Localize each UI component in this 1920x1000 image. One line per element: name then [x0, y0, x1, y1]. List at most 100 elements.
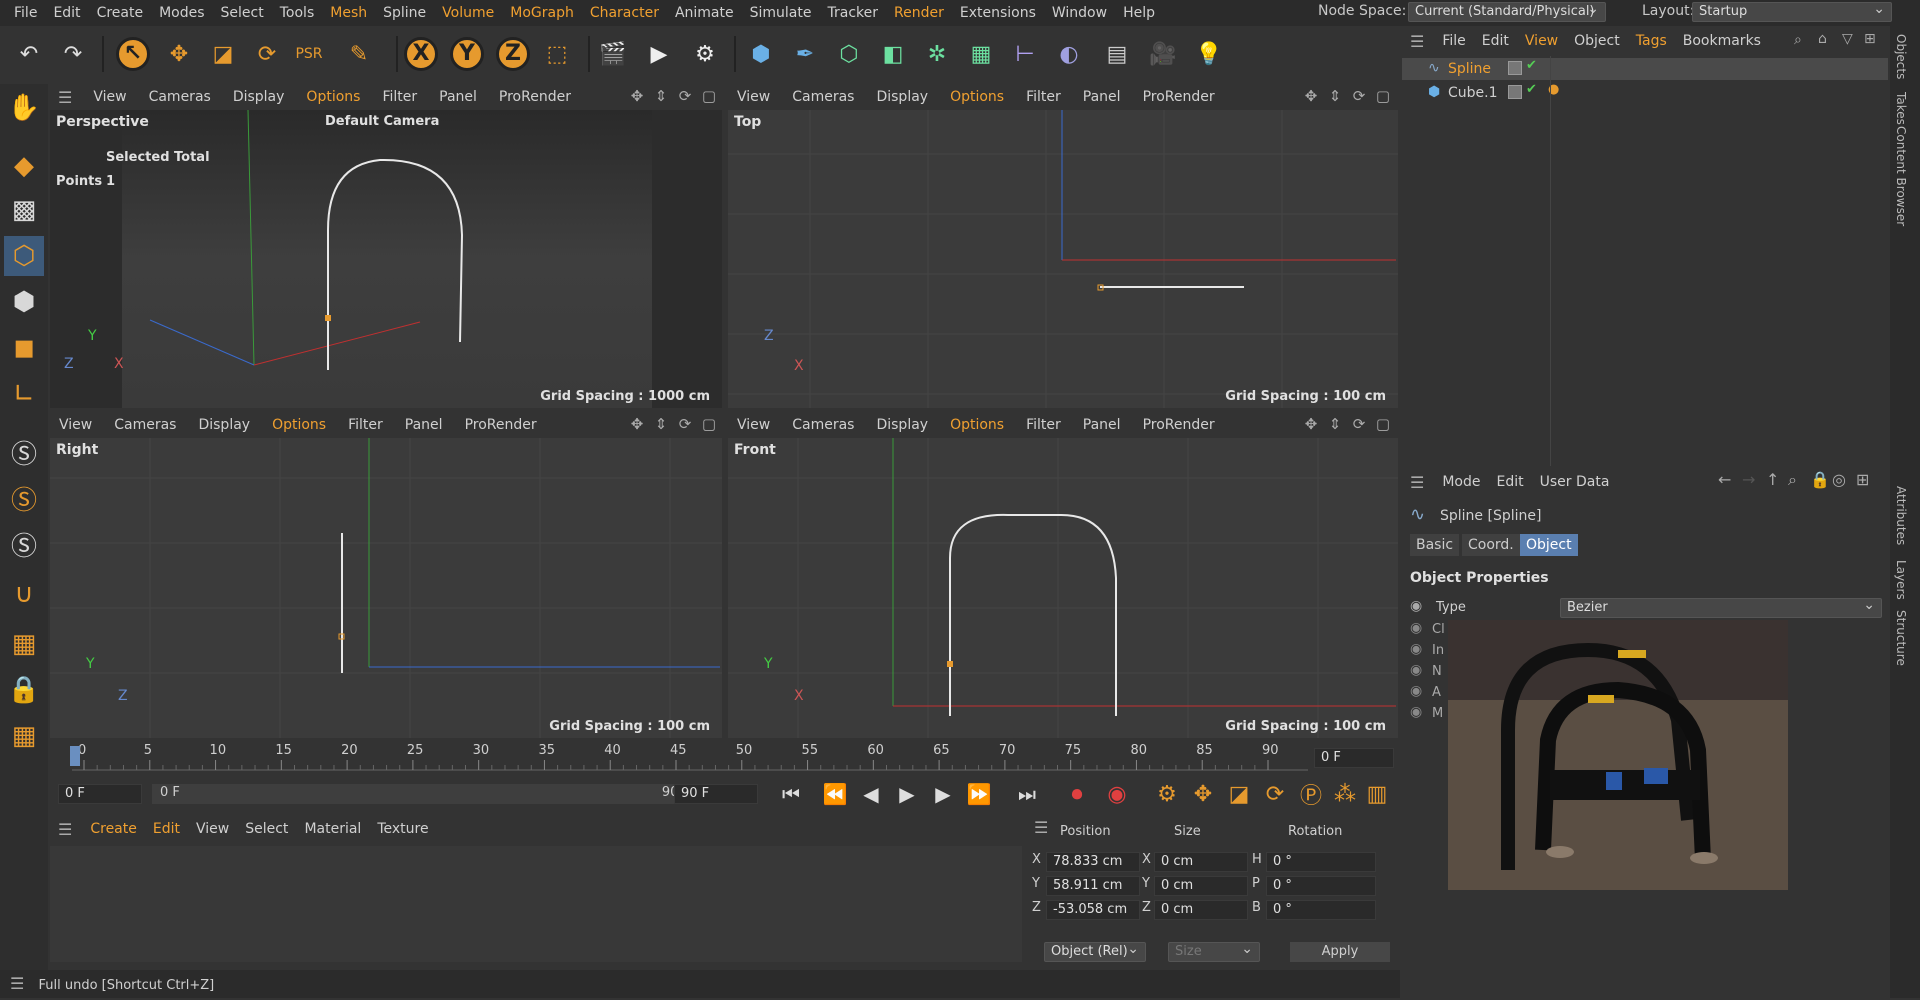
move-view-icon[interactable]: ✥: [1302, 415, 1320, 433]
rail-tab-objects[interactable]: Objects: [1894, 34, 1908, 79]
mat-menu-select[interactable]: Select: [237, 821, 296, 837]
menu-help[interactable]: Help: [1115, 0, 1163, 26]
type-dropdown[interactable]: Bezier: [1560, 596, 1882, 618]
size-field[interactable]: 0 cm: [1154, 852, 1248, 872]
end-frame-field[interactable]: 90 F: [674, 784, 758, 804]
vp-menu-display[interactable]: Display: [865, 89, 939, 105]
vp-menu-options[interactable]: Options: [939, 417, 1015, 433]
menu-select[interactable]: Select: [213, 0, 272, 26]
panel-menu-icon[interactable]: ☰: [0, 974, 34, 993]
position-field[interactable]: -53.058 cm: [1046, 900, 1140, 920]
edges-mode-icon[interactable]: ⬢: [4, 282, 44, 322]
object-row[interactable]: ∿ Spline ✔: [1402, 58, 1888, 80]
key-position-icon[interactable]: ✥: [1184, 774, 1222, 814]
position-field[interactable]: 58.911 cm: [1046, 876, 1140, 896]
mat-menu-material[interactable]: Material: [296, 821, 369, 837]
vp-menu-panel[interactable]: Panel: [1072, 89, 1132, 105]
z-axis-lock-icon[interactable]: Z: [494, 34, 532, 74]
rail-tab-takes[interactable]: Takes: [1894, 92, 1908, 125]
rotate-tool-icon[interactable]: ⟳: [248, 34, 286, 74]
play-icon[interactable]: ▶: [888, 774, 926, 814]
new-window-icon[interactable]: ⊞: [1864, 31, 1876, 47]
enabled-check-icon[interactable]: ✔: [1526, 58, 1537, 73]
object-row[interactable]: ⬢ Cube.1 ✔ ●: [1402, 82, 1888, 104]
tab-object[interactable]: Object: [1520, 534, 1578, 556]
deformer-icon[interactable]: ⊢: [1006, 34, 1044, 74]
move-view-icon[interactable]: ✥: [628, 87, 646, 105]
playhead[interactable]: [70, 746, 80, 766]
om-menu-file[interactable]: File: [1434, 33, 1473, 49]
go-start-icon[interactable]: ⏮: [772, 774, 810, 814]
new-window-icon[interactable]: ⊞: [1856, 470, 1869, 489]
menu-modes[interactable]: Modes: [151, 0, 212, 26]
zoom-view-icon[interactable]: ⇕: [652, 87, 670, 105]
maximize-view-icon[interactable]: ▢: [1374, 87, 1392, 105]
front-viewport[interactable]: Front Grid Spacing : 100 cm Y X: [728, 438, 1398, 738]
field-icon[interactable]: ◐: [1050, 34, 1088, 74]
panel-menu-icon[interactable]: ☰: [1034, 818, 1048, 837]
next-key-icon[interactable]: ⏩: [960, 774, 998, 814]
vp-menu-prorender[interactable]: ProRender: [1132, 417, 1226, 433]
om-menu-edit[interactable]: Edit: [1474, 33, 1517, 49]
back-arrow-icon[interactable]: ←: [1718, 470, 1731, 489]
pen-tool-icon[interactable]: ✎: [340, 34, 378, 74]
right-viewport[interactable]: Right Grid Spacing : 100 cm Y Z: [50, 438, 722, 738]
mat-menu-edit[interactable]: Edit: [145, 821, 188, 837]
cloner-icon[interactable]: ✲: [918, 34, 956, 74]
coord-mode-dropdown[interactable]: Object (Rel): [1044, 940, 1146, 962]
record-icon[interactable]: ⏺: [1058, 774, 1096, 814]
axis-mode-icon[interactable]: ∟: [4, 374, 44, 414]
panel-menu-icon[interactable]: ☰: [1400, 473, 1434, 492]
zoom-view-icon[interactable]: ⇕: [652, 415, 670, 433]
cube-icon[interactable]: ⬢: [742, 34, 780, 74]
zoom-view-icon[interactable]: ⇕: [1326, 415, 1344, 433]
tab-coord[interactable]: Coord.: [1462, 534, 1520, 556]
vp-menu-display[interactable]: Display: [865, 417, 939, 433]
search-icon[interactable]: ⌕: [1788, 470, 1797, 490]
editor-visibility-icon[interactable]: [1508, 85, 1522, 99]
menu-file[interactable]: File: [6, 0, 45, 26]
floor-icon[interactable]: ▤: [1098, 34, 1136, 74]
timeline-window-icon[interactable]: ▥: [1358, 774, 1396, 814]
om-menu-tags[interactable]: Tags: [1628, 33, 1675, 49]
autokey-icon[interactable]: ◉: [1098, 774, 1136, 814]
texture-mode-icon[interactable]: ▩: [4, 190, 44, 230]
maximize-view-icon[interactable]: ▢: [700, 87, 718, 105]
vp-menu-prorender[interactable]: ProRender: [488, 89, 582, 105]
vp-menu-filter[interactable]: Filter: [337, 417, 394, 433]
am-menu-userdata[interactable]: User Data: [1532, 474, 1618, 490]
menu-mograph[interactable]: MoGraph: [502, 0, 582, 26]
tab-basic[interactable]: Basic: [1410, 534, 1460, 556]
vp-menu-cameras[interactable]: Cameras: [781, 417, 865, 433]
vp-menu-view[interactable]: View: [726, 417, 781, 433]
vp-menu-prorender[interactable]: ProRender: [1132, 89, 1226, 105]
rail-tab-attributes[interactable]: Attributes: [1894, 486, 1908, 545]
animate-toggle-icon[interactable]: ◉: [1410, 662, 1422, 678]
keyframe-selection-icon[interactable]: ⚙: [1148, 774, 1186, 814]
menu-window[interactable]: Window: [1044, 0, 1115, 26]
go-end-icon[interactable]: ⏭: [1008, 774, 1046, 814]
animate-toggle-icon[interactable]: ◉: [1410, 641, 1422, 657]
object-name[interactable]: Cube.1: [1448, 85, 1498, 101]
vp-menu-options[interactable]: Options: [939, 89, 1015, 105]
size-field[interactable]: 0 cm: [1154, 876, 1248, 896]
prev-key-icon[interactable]: ⏪: [816, 774, 854, 814]
forward-arrow-icon[interactable]: →: [1742, 470, 1755, 489]
vp-menu-cameras[interactable]: Cameras: [103, 417, 187, 433]
camera-icon[interactable]: 🎥: [1144, 34, 1182, 74]
menu-render[interactable]: Render: [886, 0, 952, 26]
vp-menu-panel[interactable]: Panel: [428, 89, 488, 105]
current-frame-field[interactable]: 0 F: [1314, 748, 1394, 768]
undo-icon[interactable]: ↶: [10, 34, 48, 74]
vp-menu-filter[interactable]: Filter: [1015, 89, 1072, 105]
start-frame-field[interactable]: 0 F: [58, 784, 142, 804]
magnet-icon[interactable]: ∪: [4, 574, 44, 614]
vp-menu-display[interactable]: Display: [222, 89, 296, 105]
mograph-icon[interactable]: ▦: [962, 34, 1000, 74]
om-menu-bookmarks[interactable]: Bookmarks: [1675, 33, 1769, 49]
snap-mode-icon[interactable]: Ⓢ: [4, 524, 44, 564]
menu-mesh[interactable]: Mesh: [322, 0, 375, 26]
menu-character[interactable]: Character: [582, 0, 667, 26]
spline-pen-icon[interactable]: ✒: [786, 34, 824, 74]
vp-menu-view[interactable]: View: [82, 89, 137, 105]
